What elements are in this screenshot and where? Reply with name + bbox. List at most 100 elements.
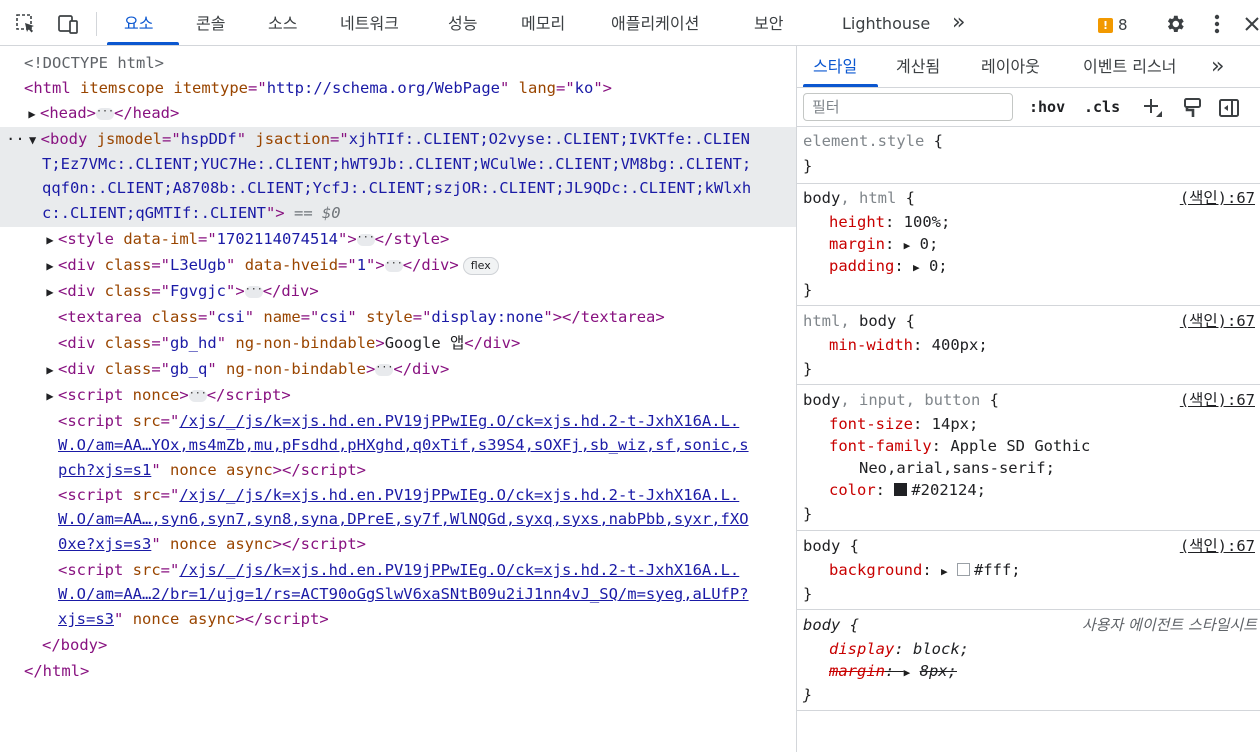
body-close-line[interactable]: </body> bbox=[42, 633, 796, 658]
more-subtabs-chevron-icon[interactable]: » bbox=[1211, 46, 1224, 88]
kebab-menu-icon[interactable] bbox=[1205, 12, 1229, 36]
textarea-line[interactable]: <textarea class="csi" name="csi" style="… bbox=[58, 305, 796, 330]
css-declaration[interactable]: height: 100%; bbox=[829, 210, 950, 234]
ellipsis-badge[interactable]: ··· bbox=[384, 258, 403, 272]
tab-computed[interactable]: 계산됨 bbox=[896, 46, 940, 88]
expand-triangle-icon[interactable]: ▶ bbox=[904, 239, 911, 252]
expand-triangle-icon[interactable]: ▶ bbox=[42, 254, 58, 279]
tab-application[interactable]: 애플리케이션 bbox=[611, 0, 699, 46]
tab-event-listeners[interactable]: 이벤트 리스너 bbox=[1083, 46, 1176, 88]
ellipsis-badge[interactable]: ··· bbox=[375, 362, 393, 376]
rule-source-link[interactable]: (색인):67 bbox=[1180, 534, 1255, 558]
expand-triangle-icon[interactable]: ▶ bbox=[904, 666, 911, 679]
issues-counter[interactable]: ! 8 bbox=[1098, 15, 1128, 35]
issues-count: 8 bbox=[1118, 16, 1128, 34]
expand-triangle-icon[interactable]: ▶ bbox=[941, 565, 948, 578]
doctype-line[interactable]: <!DOCTYPE html> bbox=[24, 51, 796, 76]
tab-console[interactable]: 콘솔 bbox=[196, 0, 225, 46]
color-swatch[interactable] bbox=[894, 483, 908, 496]
css-declaration[interactable]: font-family: Apple SD Gothic bbox=[829, 434, 1090, 458]
style-rule[interactable]: element.style { } bbox=[797, 128, 1260, 184]
css-declaration[interactable]: min-width: 400px; bbox=[829, 333, 988, 357]
tab-sources[interactable]: 소스 bbox=[268, 0, 297, 46]
expand-triangle-icon[interactable]: ▶ bbox=[42, 280, 58, 305]
div-l3eugb-line[interactable]: ▶ <div class="L3eUgb" data-hveid="1">···<… bbox=[42, 253, 796, 279]
expand-triangle-icon[interactable]: ▶ bbox=[913, 261, 920, 274]
style-rule[interactable]: body { (색인):67 background: ▶ #fff; } bbox=[797, 532, 1260, 610]
script-src-continuation: pch?xjs=s1" nonce async></script> bbox=[58, 461, 366, 479]
tab-performance[interactable]: 성능 bbox=[448, 0, 477, 46]
tab-styles[interactable]: 스타일 bbox=[813, 46, 857, 88]
rule-selector[interactable]: body bbox=[803, 391, 840, 409]
settings-gear-icon[interactable] bbox=[1163, 12, 1187, 36]
rule-source-link[interactable]: (색인):67 bbox=[1180, 388, 1255, 412]
expand-triangle-icon[interactable]: ▶ bbox=[42, 358, 58, 383]
script-src-line[interactable]: <script src="/xjs/_/js/k=xjs.hd.en.PV19j… bbox=[58, 558, 796, 583]
active-tab-indicator bbox=[107, 42, 179, 45]
rule-source-link[interactable]: (색인):67 bbox=[1180, 186, 1255, 210]
expand-triangle-icon[interactable]: ▶ bbox=[42, 228, 58, 253]
script-src-link[interactable]: /xjs/_/js/k=xjs.hd.en.PV19jPPwIEg.O/ck=x… bbox=[179, 561, 739, 579]
color-swatch[interactable] bbox=[956, 563, 970, 576]
rule-selector[interactable]: element.style bbox=[803, 132, 924, 150]
script-src-continuation: xjs=s3" nonce async></script> bbox=[58, 610, 329, 628]
ellipsis-badge[interactable]: ··· bbox=[356, 232, 375, 246]
toggle-sidebar-icon[interactable] bbox=[1217, 96, 1241, 120]
cls-toggle-button[interactable]: .cls bbox=[1084, 98, 1120, 116]
css-declaration[interactable]: padding: ▶ 0; bbox=[829, 254, 948, 280]
div-gbq-line[interactable]: ▶ <div class="gb_q" ng-non-bindable>···</… bbox=[42, 357, 796, 383]
tab-elements[interactable]: 요소 bbox=[124, 0, 153, 46]
rule-selector[interactable]: body bbox=[859, 312, 896, 330]
script-src-continuation: W.O/am=AA…YOx,ms4mZb,mu,pFsdhd,pHXghd,q0… bbox=[58, 436, 749, 454]
style-rule[interactable]: body { 사용자 에이전트 스타일시트 display: block; ma… bbox=[797, 611, 1260, 711]
script-src-line[interactable]: <script src="/xjs/_/js/k=xjs.hd.en.PV19j… bbox=[58, 409, 796, 434]
active-subtab-indicator bbox=[803, 84, 878, 87]
ellipsis-badge[interactable]: ··· bbox=[96, 106, 114, 120]
expand-triangle-icon[interactable]: ▶ bbox=[24, 102, 40, 127]
script-src-link[interactable]: /xjs/_/js/k=xjs.hd.en.PV19jPPwIEg.O/ck=x… bbox=[179, 486, 739, 504]
device-toolbar-icon[interactable] bbox=[56, 12, 80, 36]
script-nonce-line[interactable]: ▶ <script nonce>···</script> bbox=[42, 383, 796, 409]
more-tabs-chevron-icon[interactable]: » bbox=[952, 0, 965, 46]
body-attr-line-4: c:.CLIENT;qGMTIf:.CLIENT"> == $0 bbox=[42, 204, 341, 222]
div-fgvgjc-line[interactable]: ▶ <div class="Fgvgjc">···</div> bbox=[42, 279, 796, 305]
flex-badge[interactable]: flex bbox=[462, 256, 499, 275]
expand-triangle-icon[interactable]: ▶ bbox=[42, 384, 58, 409]
style-rule[interactable]: body, html { (색인):67 height: 100%; margi… bbox=[797, 184, 1260, 306]
css-declaration[interactable]: background: ▶ #fff; bbox=[829, 558, 1021, 584]
collapse-triangle-icon[interactable]: ▼ bbox=[25, 128, 41, 153]
html-open-line[interactable]: <html itemscope itemtype="http://schema.… bbox=[24, 76, 796, 101]
new-style-rule-icon[interactable] bbox=[1141, 96, 1165, 120]
css-declaration[interactable]: font-size: 14px; bbox=[829, 412, 978, 436]
close-icon[interactable] bbox=[1240, 12, 1260, 36]
head-line[interactable]: ▶ <head>···</head> bbox=[24, 101, 796, 127]
div-gbhd-line[interactable]: <div class="gb_hd" ng-non-bindable>Googl… bbox=[58, 331, 796, 356]
tab-layout[interactable]: 레이아웃 bbox=[981, 46, 1040, 88]
inspect-element-icon[interactable] bbox=[14, 12, 38, 36]
body-open-line[interactable]: ·· ▼ <body jsmodel="hspDDf" jsaction="xjhT… bbox=[6, 127, 796, 153]
rule-selector[interactable]: body bbox=[803, 537, 840, 555]
tab-lighthouse[interactable]: Lighthouse bbox=[842, 0, 930, 46]
ellipsis-badge[interactable]: ··· bbox=[188, 388, 207, 402]
rule-source-link[interactable]: (색인):67 bbox=[1180, 309, 1255, 333]
styles-filter-input[interactable] bbox=[803, 93, 1013, 121]
tab-memory[interactable]: 메모리 bbox=[521, 0, 565, 46]
rule-selector[interactable]: body bbox=[803, 189, 840, 207]
script-src-link[interactable]: /xjs/_/js/k=xjs.hd.en.PV19jPPwIEg.O/ck=x… bbox=[179, 412, 739, 430]
css-declaration-overridden: margin: ▶ 8px; bbox=[829, 662, 957, 680]
issues-flag-icon: ! bbox=[1098, 17, 1113, 33]
hov-toggle-button[interactable]: :hov bbox=[1029, 98, 1065, 116]
toolbar-separator bbox=[96, 12, 97, 36]
style-line[interactable]: ▶ <style data-iml="1702114074514">···</st… bbox=[42, 227, 796, 253]
user-agent-stylesheet-label: 사용자 에이전트 스타일시트 bbox=[1081, 616, 1257, 634]
css-declaration[interactable]: color: #202124; bbox=[829, 478, 986, 502]
ellipsis-badge[interactable]: ··· bbox=[244, 284, 263, 298]
tab-network[interactable]: 네트워크 bbox=[340, 0, 399, 46]
style-rule[interactable]: html, body { (색인):67 min-width: 400px; } bbox=[797, 307, 1260, 385]
script-src-line[interactable]: <script src="/xjs/_/js/k=xjs.hd.en.PV19j… bbox=[58, 483, 796, 508]
tab-security[interactable]: 보안 bbox=[754, 0, 783, 46]
style-rule[interactable]: body, input, button { (색인):67 font-size:… bbox=[797, 386, 1260, 531]
dom-tree-panel[interactable]: <!DOCTYPE html> <html itemscope itemtype… bbox=[0, 47, 796, 752]
html-close-line[interactable]: </html> bbox=[24, 659, 796, 684]
paint-brush-icon[interactable] bbox=[1181, 96, 1205, 120]
